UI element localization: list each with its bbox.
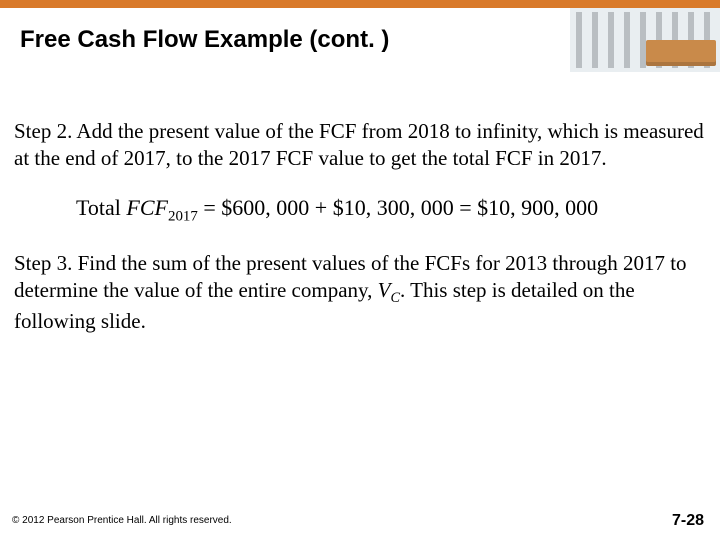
equation-rhs: = $600, 000 + $10, 300, 000 = $10, 900, … <box>198 195 598 220</box>
page-number: 7-28 <box>672 512 704 530</box>
equation-subscript: 2017 <box>168 208 198 224</box>
slide: Free Cash Flow Example (cont. ) Step 2. … <box>0 0 720 540</box>
header-decorative-photo <box>570 8 720 72</box>
equation-var: FCF <box>126 195 168 220</box>
footer-copyright: © 2012 Pearson Prentice Hall. All rights… <box>12 515 232 526</box>
equation-lead: Total <box>76 195 126 220</box>
step-3-var: V <box>378 278 391 302</box>
step-3-text: Step 3. Find the sum of the present valu… <box>14 250 706 334</box>
equation-total-fcf: Total FCF2017 = $600, 000 + $10, 300, 00… <box>76 194 706 227</box>
accent-bar <box>0 0 720 8</box>
step-3-subscript: C <box>390 290 400 306</box>
step-2-text: Step 2. Add the present value of the FCF… <box>14 118 706 172</box>
slide-title: Free Cash Flow Example (cont. ) <box>20 26 389 55</box>
slide-body: Step 2. Add the present value of the FCF… <box>14 118 706 356</box>
